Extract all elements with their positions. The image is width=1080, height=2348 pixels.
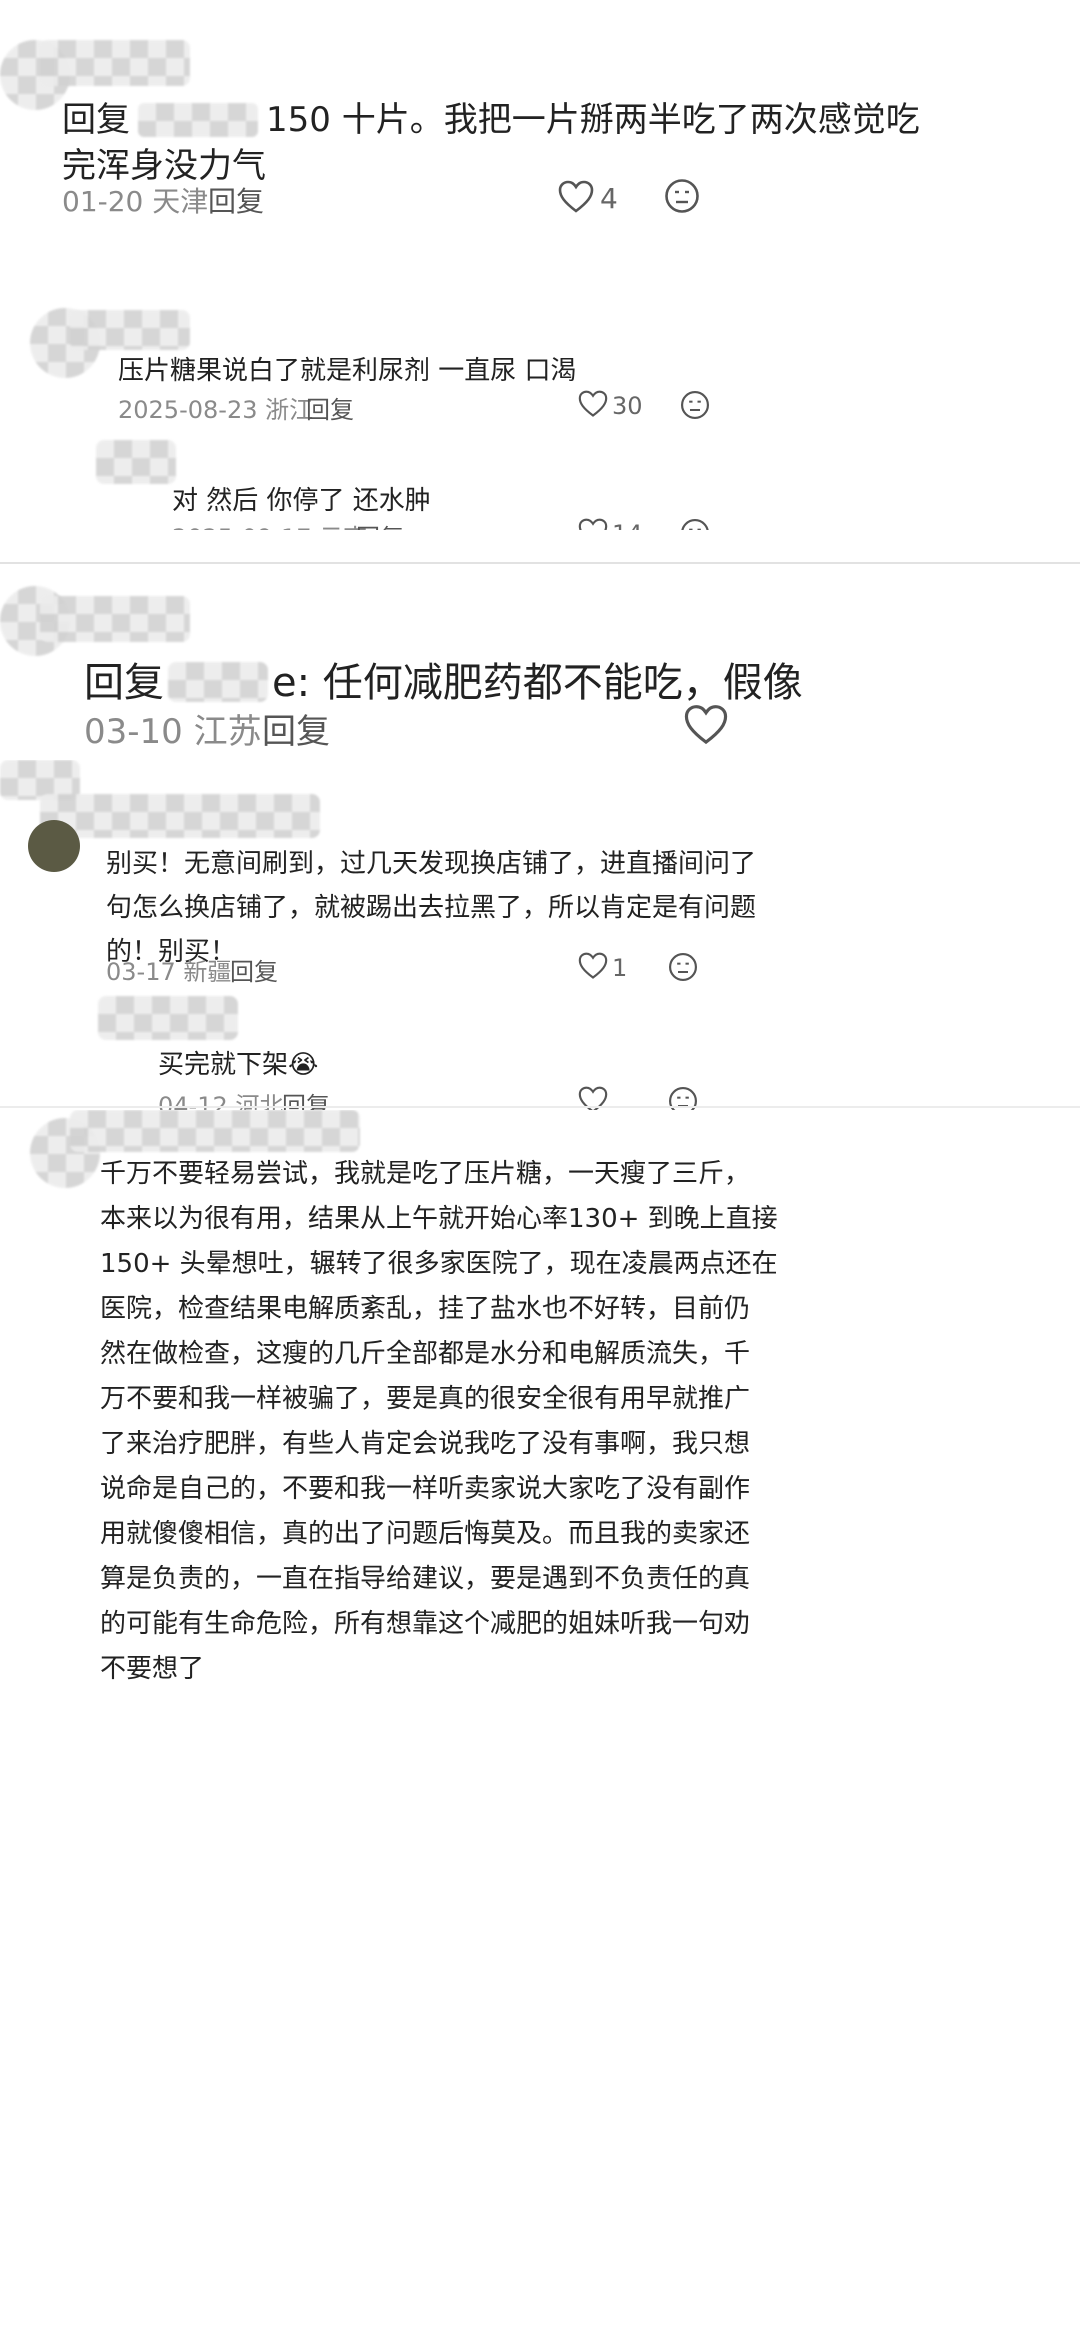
like-count: 14 [612,520,643,530]
comment-text: 压片糖果说白了就是利尿剂 一直尿 口渴 [118,356,577,386]
reply-prefix: 回复 [62,100,130,140]
comment-card-5: 千万不要轻易尝试，我就是吃了压片糖，一天瘦了三斤， 本来以为很有用，结果从上午就… [0,1110,1080,2348]
sub-reply-meta: 2025-09-17 云南 [172,518,367,530]
comment-text: 千万不要轻易尝试，我就是吃了压片糖，一天瘦了三斤， 本来以为很有用，结果从上午就… [100,1159,778,1684]
comment-card-2: 压片糖果说白了就是利尿剂 一直尿 口渴 2025-08-23 浙江 回复 30 … [0,290,1080,530]
avatar-blurred-sub[interactable] [98,996,238,1040]
heart-icon[interactable] [578,518,608,530]
comment-location: 天津 [152,185,209,218]
sub-reply-text: 买完就下架😭 [158,1050,319,1080]
reply-button[interactable]: 回复 [356,518,404,530]
username-blurred[interactable] [70,310,190,350]
username-blurred[interactable] [70,1110,360,1152]
comment-location: 江苏 [193,712,262,752]
comment-date: 2025-08-23 [118,396,258,424]
comment-meta: 03-10 江苏 [84,704,262,753]
like-count: 30 [612,392,643,420]
divider [0,1106,1080,1108]
mention-blurred[interactable] [168,662,268,702]
comment-card-1: 回复 150 十片。我把一片掰两半吃了两次感觉吃 完浑身没力气 01-20 天津 … [0,0,1080,240]
heart-icon[interactable] [578,952,608,980]
comment-date: 03-10 [84,712,183,752]
comment-date: 03-17 [106,958,176,986]
reply-button[interactable]: 回复 [208,180,264,220]
dislike-face-icon[interactable] [680,518,710,530]
comment-date: 2025-09-17 [172,524,311,530]
reply-button[interactable]: 回复 [306,390,354,425]
heart-icon[interactable] [558,180,594,214]
avatar-blurred-sub[interactable] [96,440,176,484]
comment-meta: 01-20 天津 [62,180,208,220]
like-count: 1 [612,954,628,982]
comment-text: 回复 e: 任何减肥药都不能吃，假像 [84,660,803,706]
avatar[interactable] [28,820,80,872]
comment-text: 回复 150 十片。我把一片掰两半吃了两次感觉吃 [62,100,920,140]
comment-card-3: 回复 e: 任何减肥药都不能吃，假像 03-10 江苏 回复 [0,576,1080,756]
dislike-face-icon[interactable] [680,390,710,420]
dislike-face-icon[interactable] [664,178,700,214]
sub-reply-text: 对 然后 你停了 还水肿 [172,486,431,516]
like-count: 4 [600,182,618,215]
username-blurred[interactable] [40,40,190,86]
comment-meta: 2025-08-23 浙江 [118,390,313,425]
reply-prefix: 回复 [84,660,164,706]
comment-meta: 03-17 新疆 [106,952,231,987]
comment-card-4: 别买！无意间刷到，过几天发现换店铺了，进直播间问了 句怎么换店铺了，就被踢出去拉… [0,760,1080,1120]
dislike-face-icon[interactable] [668,952,698,982]
username-blurred[interactable] [40,596,190,642]
heart-icon[interactable] [578,390,608,418]
username-blurred[interactable] [40,794,320,838]
divider [0,562,1080,564]
comment-date: 01-20 [62,185,144,218]
crying-emoji: 😭 [288,1050,319,1080]
comment-location: 新疆 [183,958,232,986]
mention-blurred[interactable] [138,103,258,137]
reply-button[interactable]: 回复 [230,952,278,987]
heart-icon[interactable] [684,704,728,746]
reply-button[interactable]: 回复 [262,704,330,753]
